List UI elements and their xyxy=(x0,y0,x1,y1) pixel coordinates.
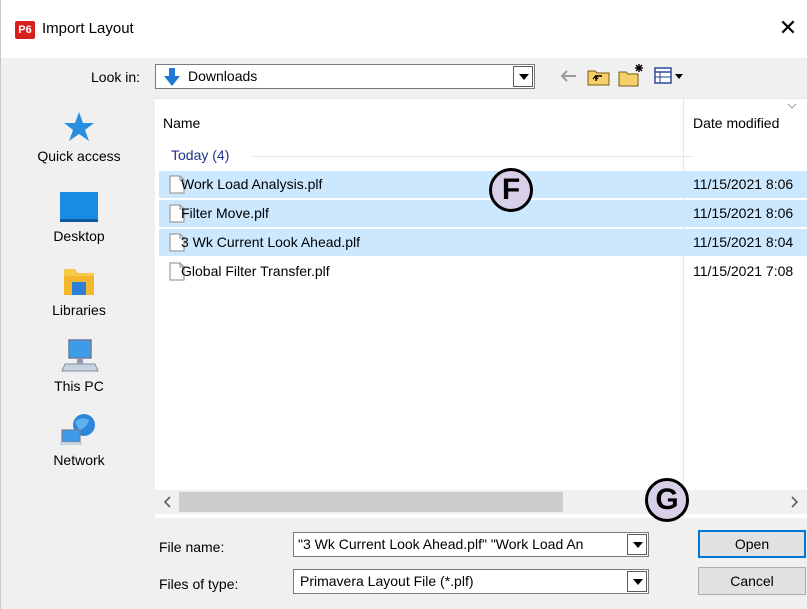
cancel-button[interactable]: Cancel xyxy=(698,567,806,595)
title-bar: P6 Import Layout ✕ xyxy=(1,0,807,58)
group-header-today[interactable]: Today (4) xyxy=(171,147,229,163)
column-header-name[interactable]: Name xyxy=(163,115,200,131)
scroll-left-icon[interactable] xyxy=(159,493,177,511)
column-separator xyxy=(683,99,684,519)
look-in-dropdown[interactable]: Downloads xyxy=(155,64,535,89)
files-of-type-value: Primavera Layout File (*.plf) xyxy=(300,573,474,589)
scrollbar-thumb[interactable] xyxy=(179,492,563,512)
column-header-row: Name Date modified xyxy=(155,99,807,133)
close-button[interactable]: ✕ xyxy=(773,16,803,42)
place-network[interactable]: Network xyxy=(11,412,147,468)
places-bar: Quick access Desktop Libraries This PC N… xyxy=(11,100,147,520)
download-arrow-icon xyxy=(164,68,180,86)
callout-f-badge: F xyxy=(489,168,533,212)
dialog-title: Import Layout xyxy=(42,20,134,37)
file-list[interactable]: Name Date modified Today (4) Work Load A… xyxy=(155,98,807,519)
callout-g-badge: G xyxy=(645,478,689,522)
view-menu-icon[interactable] xyxy=(653,64,685,88)
look-in-value: Downloads xyxy=(188,68,258,84)
sort-caret-icon xyxy=(787,103,797,109)
file-name: Global Filter Transfer.plf xyxy=(181,263,330,279)
computer-icon xyxy=(61,339,99,372)
place-desktop[interactable]: Desktop xyxy=(11,190,147,244)
file-name-input[interactable]: "3 Wk Current Look Ahead.plf" "Work Load… xyxy=(293,532,649,557)
import-layout-dialog: P6 Import Layout ✕ Look in: Downloads Qu… xyxy=(0,0,807,609)
desktop-icon xyxy=(60,192,98,222)
file-name-label: File name: xyxy=(159,539,225,555)
libraries-icon xyxy=(64,269,94,295)
look-in-label: Look in: xyxy=(91,69,141,85)
file-name-dropdown-arrow[interactable] xyxy=(627,534,647,555)
file-date: 11/15/2021 8:06 xyxy=(693,176,794,192)
file-date: 11/15/2021 7:08 xyxy=(693,263,794,279)
file-date: 11/15/2021 8:06 xyxy=(693,205,794,221)
files-of-type-label: Files of type: xyxy=(159,576,239,592)
file-name: 3 Wk Current Look Ahead.plf xyxy=(181,234,360,250)
look-in-dropdown-arrow[interactable] xyxy=(513,66,533,87)
scroll-right-icon[interactable] xyxy=(785,493,803,511)
file-row[interactable]: Work Load Analysis.plf 11/15/2021 8:06 xyxy=(159,171,807,198)
file-row[interactable]: Filter Move.plf 11/15/2021 8:06 xyxy=(159,200,807,227)
open-button[interactable]: Open xyxy=(698,530,806,558)
p6-app-icon: P6 xyxy=(15,21,35,39)
file-row[interactable]: 3 Wk Current Look Ahead.plf 11/15/2021 8… xyxy=(159,229,807,256)
file-name: Filter Move.plf xyxy=(181,205,269,221)
network-icon xyxy=(60,414,95,445)
column-header-date-modified[interactable]: Date modified xyxy=(693,115,779,131)
back-arrow-icon[interactable] xyxy=(556,64,580,88)
horizontal-scrollbar[interactable] xyxy=(155,490,807,514)
place-this-pc[interactable]: This PC xyxy=(11,338,147,394)
place-quick-access[interactable]: Quick access xyxy=(11,110,147,164)
new-folder-icon[interactable] xyxy=(617,62,645,88)
files-of-type-dropdown-arrow[interactable] xyxy=(627,571,647,592)
file-name: Work Load Analysis.plf xyxy=(181,176,323,192)
files-of-type-dropdown[interactable]: Primavera Layout File (*.plf) xyxy=(293,569,649,594)
up-folder-icon[interactable] xyxy=(586,64,612,88)
file-row[interactable]: Global Filter Transfer.plf 11/15/2021 7:… xyxy=(159,258,807,285)
place-libraries[interactable]: Libraries xyxy=(11,264,147,318)
group-divider xyxy=(253,156,693,157)
star-icon xyxy=(64,112,94,141)
file-name-value: "3 Wk Current Look Ahead.plf" "Work Load… xyxy=(298,536,584,552)
file-date: 11/15/2021 8:04 xyxy=(693,234,794,250)
